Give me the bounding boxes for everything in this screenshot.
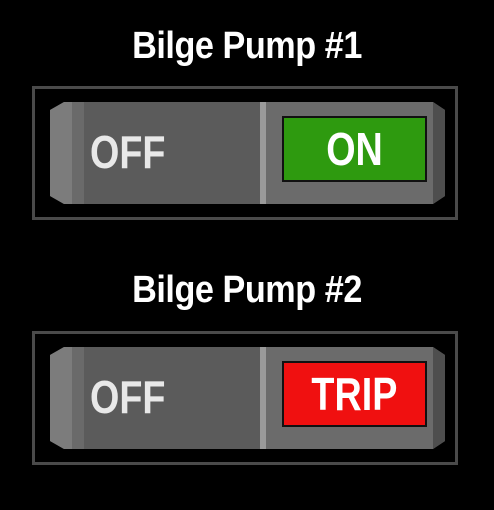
- pump-2-state-label: TRIP: [311, 368, 398, 420]
- pump-2-off-label: OFF: [90, 371, 166, 423]
- pump-1-rocker-switch[interactable]: OFF ON: [50, 102, 445, 204]
- pump-2-state-indicator: TRIP: [282, 361, 427, 427]
- bilge-pump-panel: Bilge Pump #1 OFF ON Bilge Pump #2 OFF T…: [0, 0, 494, 510]
- pump-2-title: Bilge Pump #2: [132, 269, 362, 311]
- pump-2-rocker-switch[interactable]: OFF TRIP: [50, 347, 445, 449]
- pump-1-state-indicator: ON: [282, 116, 427, 182]
- pump-2-switch-frame: OFF TRIP: [32, 331, 458, 465]
- pump-1-state-label: ON: [326, 123, 383, 175]
- pump-1-title: Bilge Pump #1: [132, 25, 362, 67]
- pump-1-switch-frame: OFF ON: [32, 86, 458, 220]
- pump-1-off-label: OFF: [90, 126, 166, 178]
